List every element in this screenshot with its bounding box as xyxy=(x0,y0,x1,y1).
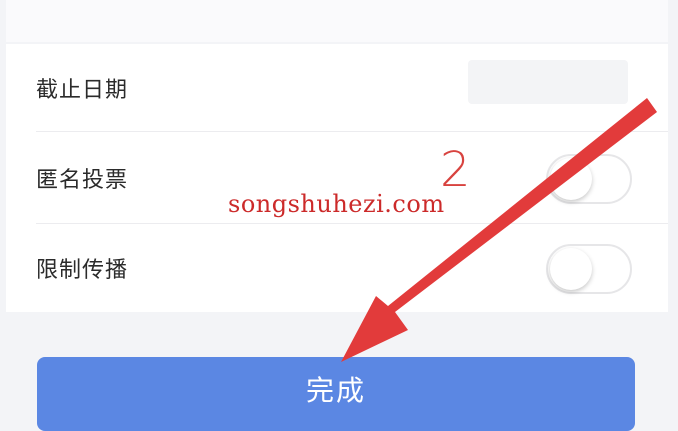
deadline-label: 截止日期 xyxy=(36,78,129,103)
deadline-row[interactable]: 截止日期 xyxy=(6,44,668,132)
restrict-sharing-row: 限制传播 xyxy=(6,224,668,312)
toggle-knob xyxy=(550,248,592,290)
restrict-sharing-toggle[interactable] xyxy=(546,244,632,294)
restrict-sharing-label: 限制传播 xyxy=(36,258,129,283)
anonymous-vote-label: 匿名投票 xyxy=(36,168,129,193)
deadline-date-picker[interactable] xyxy=(468,60,628,104)
top-card-section xyxy=(6,0,668,42)
watermark-text: songshuhezi.com xyxy=(228,190,445,218)
settings-card: 截止日期 匿名投票 限制传播 xyxy=(6,44,668,312)
anonymous-vote-toggle[interactable] xyxy=(546,154,632,204)
done-button[interactable]: 完成 xyxy=(37,357,635,431)
toggle-knob xyxy=(550,158,592,200)
step-number-annotation: 2 xyxy=(440,142,471,198)
